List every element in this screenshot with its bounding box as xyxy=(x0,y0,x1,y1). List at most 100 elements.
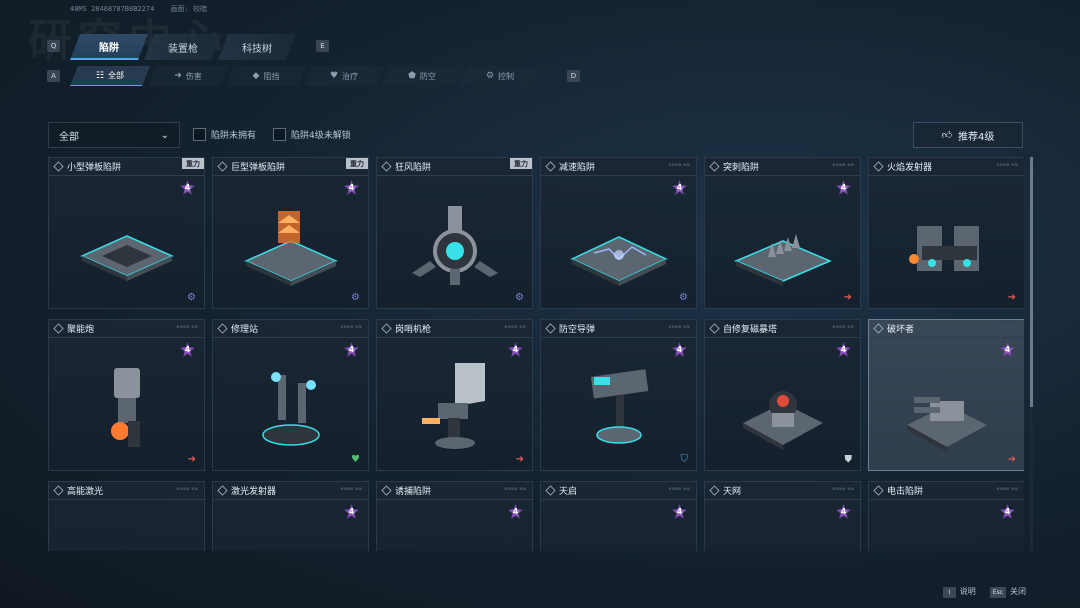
trap-name: 防空导弹 xyxy=(559,325,596,335)
filter-tab-4[interactable]: ⬟ 防空 xyxy=(382,66,462,86)
recommend-lv4-button[interactable]: 👍︎ 推荐4级 xyxy=(913,122,1023,148)
trap-image xyxy=(742,391,823,450)
level-star-icon: 4 xyxy=(1000,342,1015,357)
anti-air-shield-icon: ⛉ xyxy=(680,454,689,465)
filter-tab-3[interactable]: ♥ 治疗 xyxy=(304,66,384,86)
cube-icon xyxy=(709,485,720,496)
heal-heart-icon: ♥ xyxy=(351,454,360,465)
type-badge: 重力 xyxy=(346,158,368,169)
trap-card[interactable]: 自修复磁暴塔 ▪▪▪▪ ▪▪ 4 ⛊ xyxy=(704,319,861,471)
filter-tab-0[interactable]: ☷ 全部 xyxy=(70,66,150,86)
recommend-label: 推荐4级 xyxy=(958,131,995,143)
trap-card[interactable]: 巨型弹板陷阱 重力 4 ⚙ xyxy=(212,157,369,309)
trap-image xyxy=(400,525,510,551)
close-hint[interactable]: Esc 关闭 xyxy=(989,586,1026,598)
trap-card[interactable]: 电击陷阱 ▪▪▪▪ ▪▪ 4 xyxy=(868,481,1024,551)
trap-name: 自修复磁暴塔 xyxy=(723,325,778,335)
trap-name: 高能激光 xyxy=(67,487,104,497)
ghost-label: ▪▪▪▪ ▪▪ xyxy=(176,486,198,492)
trap-card[interactable]: 天网 ▪▪▪▪ ▪▪ 4 xyxy=(704,481,861,551)
trap-card[interactable]: 减速陷阱 ▪▪▪▪ ▪▪ 4 ⚙ xyxy=(540,157,697,309)
ghost-label: ▪▪▪▪ ▪▪ xyxy=(340,324,362,330)
level-star-icon: 4 xyxy=(672,504,687,519)
ghost-label: ▪▪▪▪ ▪▪ xyxy=(668,324,690,330)
trap-name: 激光发射器 xyxy=(231,487,277,497)
not-owned-checkbox[interactable]: 陷阱未拥有 xyxy=(193,128,256,141)
ghost-label: ▪▪▪▪ ▪▪ xyxy=(176,324,198,330)
trap-card[interactable]: 修理站 ▪▪▪▪ ▪▪ 4 ♥ xyxy=(212,319,369,471)
shield-icon: ◆ xyxy=(252,71,260,81)
trap-card[interactable]: 小型弹板陷阱 重力 4 ⚙ xyxy=(48,157,205,309)
trap-card[interactable]: 狂风陷阱 重力 ⚙ xyxy=(376,157,533,309)
trap-name: 减速陷阱 xyxy=(559,163,596,173)
level-star-icon: 4 xyxy=(672,180,687,195)
thumbs-up-icon: 👍︎ xyxy=(941,130,953,141)
trap-card[interactable]: 聚能炮 ▪▪▪▪ ▪▪ 4 ➜ xyxy=(48,319,205,471)
cube-icon xyxy=(873,323,884,334)
tab-devices[interactable]: 装置枪 xyxy=(144,34,222,60)
trap-card[interactable]: 激光发射器 ▪▪▪▪ ▪▪ 4 xyxy=(212,481,369,551)
gear-icon: ⚙ xyxy=(351,292,360,303)
cube-icon xyxy=(709,161,720,172)
trap-name: 狂风陷阱 xyxy=(395,163,432,173)
checkbox-label: 陷阱4级未解锁 xyxy=(291,131,351,141)
trap-card[interactable]: 高能激光 ▪▪▪▪ ▪▪ xyxy=(48,481,205,551)
filter-tab-1[interactable]: ➜ 伤害 xyxy=(148,66,228,86)
type-badge: 重力 xyxy=(182,158,204,169)
filter-label: 全部 xyxy=(108,71,125,80)
trap-card[interactable]: 岗哨机枪 ▪▪▪▪ ▪▪ 4 ➜ xyxy=(376,319,533,471)
cube-icon xyxy=(381,161,392,172)
damage-arrow-icon: ➜ xyxy=(515,454,524,465)
level-star-icon: 4 xyxy=(836,342,851,357)
gear-icon: ⚙ xyxy=(679,292,688,303)
filter-label: 控制 xyxy=(498,71,515,81)
card-header: 小型弹板陷阱 xyxy=(49,158,204,176)
cube-icon xyxy=(545,161,556,172)
esc-key: Esc xyxy=(989,587,1006,598)
shield-icon: ⬟ xyxy=(408,71,416,81)
trap-name: 小型弹板陷阱 xyxy=(67,163,122,173)
damage-arrow-icon: ➜ xyxy=(1007,292,1016,303)
level-star-icon: 4 xyxy=(672,342,687,357)
checkbox-box[interactable] xyxy=(193,128,206,141)
help-hint[interactable]: I 说明 xyxy=(942,586,976,598)
trap-image xyxy=(72,525,182,551)
type-badge: 重力 xyxy=(510,158,532,169)
lv4-locked-checkbox[interactable]: 陷阱4级未解锁 xyxy=(273,128,351,141)
cube-icon xyxy=(53,161,64,172)
close-label: 关闭 xyxy=(1010,587,1026,596)
checkbox-box[interactable] xyxy=(273,128,286,141)
level-star-icon: 4 xyxy=(508,504,523,519)
trap-card[interactable]: 火焰发射器 ▪▪▪▪ ▪▪ ➜ xyxy=(868,157,1024,309)
tab-traps[interactable]: 陷阱 xyxy=(70,34,148,60)
scroll-thumb[interactable] xyxy=(1030,157,1033,407)
trap-card[interactable]: 突刺陷阱 ▪▪▪▪ ▪▪ 4 ➜ xyxy=(704,157,861,309)
level-star-icon: 4 xyxy=(344,342,359,357)
trap-name: 天启 xyxy=(559,487,578,497)
cube-icon xyxy=(53,323,64,334)
trap-image xyxy=(728,525,838,551)
scrollbar[interactable] xyxy=(1030,157,1033,551)
trap-image xyxy=(590,369,648,444)
trap-image xyxy=(261,372,320,446)
damage-arrow-icon: ➜ xyxy=(187,454,196,465)
card-header: 巨型弹板陷阱 xyxy=(213,158,368,176)
filter-tab-5[interactable]: ⚙ 控制 xyxy=(460,66,540,86)
ghost-label: ▪▪▪▪ ▪▪ xyxy=(996,162,1018,168)
trap-card[interactable]: 破坏者 ▪▪▪▪ ▪▪ 4 ➜ xyxy=(868,319,1024,471)
level-star-icon: 4 xyxy=(508,342,523,357)
cube-icon xyxy=(53,485,64,496)
category-filters: ☷ 全部 ➜ 伤害 ◆ 阻挡 ♥ 治疗 ⬟ 防空 ⚙ 控制 xyxy=(70,66,538,86)
ghost-label: ▪▪▪▪ ▪▪ xyxy=(832,486,854,492)
trap-card[interactable]: 天启 ▪▪▪▪ ▪▪ 4 xyxy=(540,481,697,551)
help-label: 说明 xyxy=(959,587,976,596)
trap-card[interactable]: 诱捕陷阱 ▪▪▪▪ ▪▪ 4 xyxy=(376,481,533,551)
filter-tab-2[interactable]: ◆ 阻挡 xyxy=(226,66,306,86)
trap-name: 修理站 xyxy=(231,325,259,335)
sort-dropdown[interactable]: 全部 ⌄ xyxy=(48,122,180,148)
ghost-label: ▪▪▪▪ ▪▪ xyxy=(832,162,854,168)
display-mode: 画面: 较暗 xyxy=(170,5,207,13)
tab-tech-tree[interactable]: 科技树 xyxy=(218,34,296,60)
trap-card[interactable]: 防空导弹 ▪▪▪▪ ▪▪ 4 ⛉ xyxy=(540,319,697,471)
key-hint-next-tab: E xyxy=(316,40,329,52)
